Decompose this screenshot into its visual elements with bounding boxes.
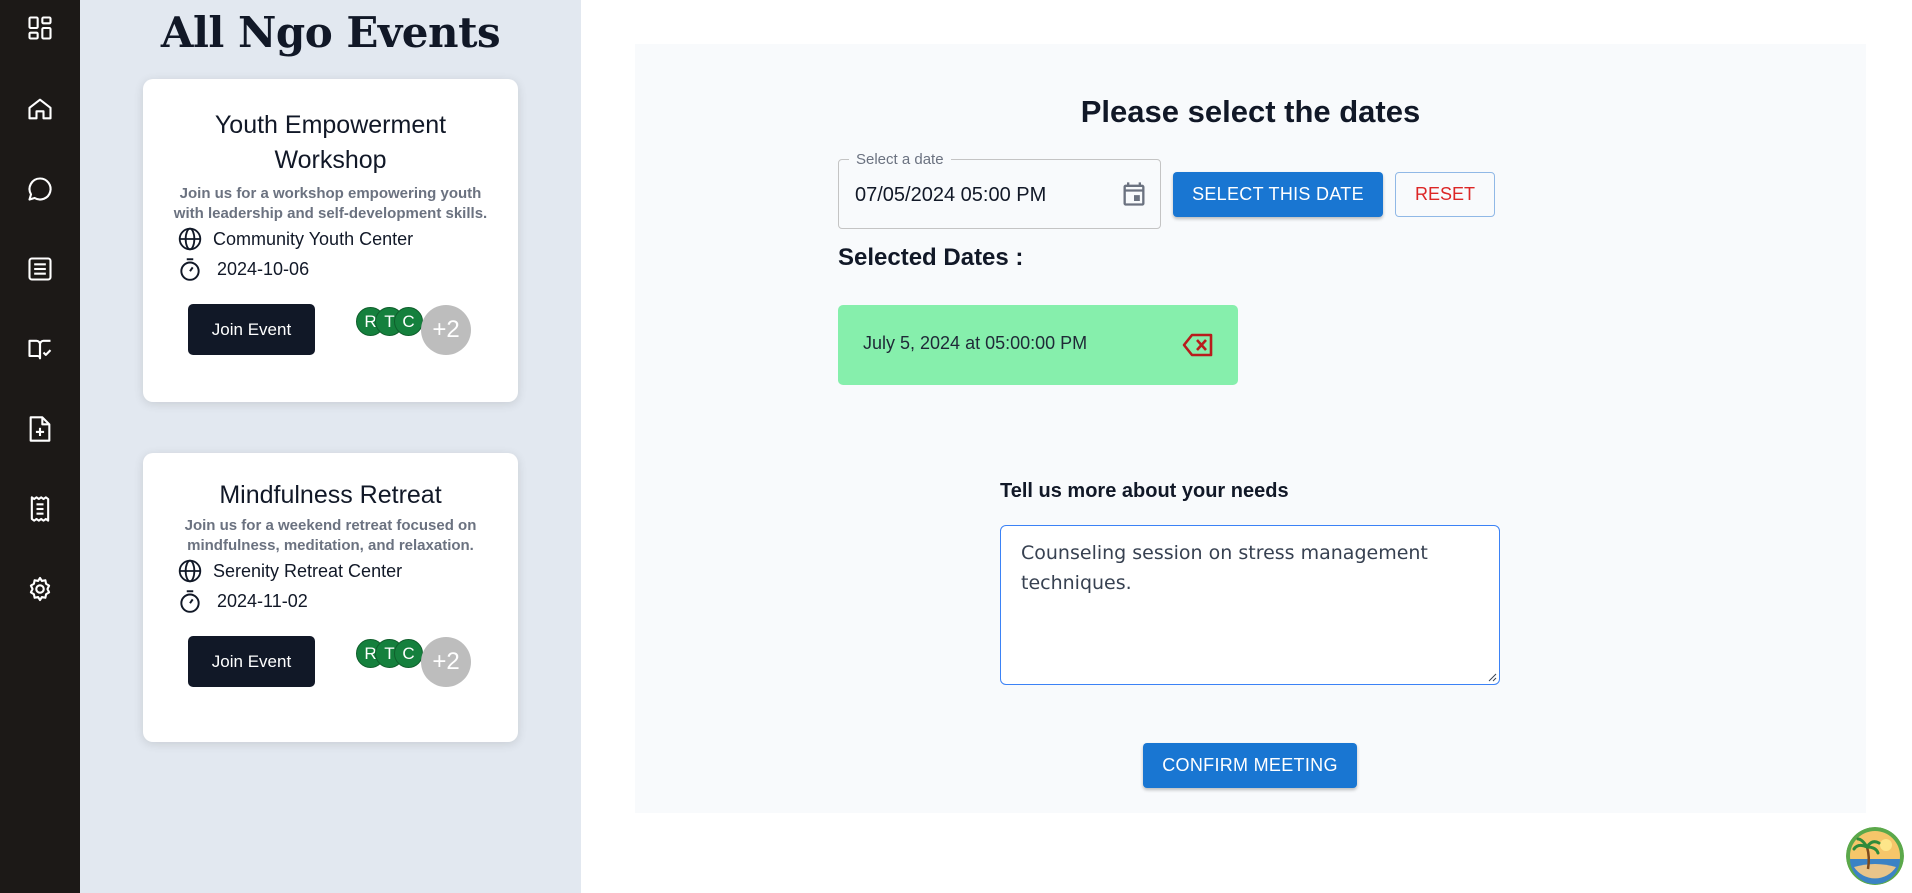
list-icon[interactable] xyxy=(24,253,56,285)
event-title: Mindfulness Retreat xyxy=(219,481,442,509)
event-location-text: Serenity Retreat Center xyxy=(213,560,403,581)
selected-dates-label: Selected Dates : xyxy=(838,244,1024,271)
assistant-avatar[interactable] xyxy=(1846,827,1904,885)
file-plus-icon[interactable] xyxy=(24,413,56,445)
date-field-value[interactable]: 07/05/2024 05:00 PM xyxy=(855,184,1046,207)
book-check-icon[interactable] xyxy=(24,333,56,365)
confirm-meeting-button[interactable]: CONFIRM MEETING xyxy=(1143,743,1357,788)
participant-avatar: C xyxy=(394,639,423,668)
scheduler-heading: Please select the dates xyxy=(1080,94,1421,129)
needs-textarea[interactable]: Counseling session on stress management … xyxy=(1000,525,1500,685)
gear-icon[interactable] xyxy=(24,573,56,605)
chat-icon[interactable] xyxy=(24,173,56,205)
more-participants-badge: +2 xyxy=(421,305,471,355)
join-event-button[interactable]: Join Event xyxy=(188,636,315,687)
date-field-label: Select a date xyxy=(849,151,951,168)
event-location-text: Community Youth Center xyxy=(213,228,414,249)
stopwatch-icon xyxy=(180,590,200,613)
scheduler-panel: Please select the dates Select a date 07… xyxy=(635,44,1866,813)
events-title: All Ngo Events xyxy=(160,8,501,57)
event-date: 2024-11-02 xyxy=(143,586,518,616)
beach-icon xyxy=(1846,827,1904,885)
icon-rail xyxy=(0,0,80,893)
select-date-button[interactable]: SELECT THIS DATE xyxy=(1173,172,1383,217)
event-date-text: 2024-10-06 xyxy=(217,258,310,279)
events-panel: All Ngo Events Youth Empowerment Worksho… xyxy=(80,0,581,893)
event-actions: Join Event R T C +2 xyxy=(143,304,518,374)
grid-icon[interactable] xyxy=(24,12,56,44)
reset-button[interactable]: RESET xyxy=(1395,172,1495,217)
needs-textarea-value[interactable]: Counseling session on stress management … xyxy=(1021,542,1428,594)
event-date-text: 2024-11-02 xyxy=(217,590,308,611)
more-participants-badge: +2 xyxy=(421,637,471,687)
date-picker-field[interactable]: Select a date 07/05/2024 05:00 PM xyxy=(838,151,1161,229)
event-date: 2024-10-06 xyxy=(143,254,518,284)
event-title: Youth Empowerment Workshop xyxy=(214,111,447,174)
delete-date-icon[interactable] xyxy=(1182,332,1214,358)
event-card: Youth Empowerment Workshop Join us for a… xyxy=(143,79,518,402)
selected-date-chip: July 5, 2024 at 05:00:00 PM xyxy=(838,305,1238,385)
event-location: Serenity Retreat Center xyxy=(143,556,518,586)
calendar-icon[interactable] xyxy=(1120,180,1148,208)
resize-handle-icon[interactable] xyxy=(1487,672,1497,682)
event-card: Mindfulness Retreat Join us for a weeken… xyxy=(143,453,518,742)
event-location: Community Youth Center xyxy=(143,224,518,254)
home-icon[interactable] xyxy=(24,93,56,125)
globe-icon xyxy=(178,227,202,251)
globe-icon xyxy=(178,559,202,583)
needs-label: Tell us more about your needs xyxy=(1000,480,1289,502)
event-description: Join us for a weekend retreat focused on… xyxy=(184,517,477,554)
receipt-icon[interactable] xyxy=(24,493,56,525)
selected-date-text: July 5, 2024 at 05:00:00 PM xyxy=(863,333,1088,353)
stopwatch-icon xyxy=(180,258,200,281)
event-actions: Join Event R T C +2 xyxy=(143,636,518,706)
join-event-button[interactable]: Join Event xyxy=(188,304,315,355)
participant-avatar: C xyxy=(394,307,423,336)
event-description: Join us for a workshop empowering youth … xyxy=(173,185,488,222)
